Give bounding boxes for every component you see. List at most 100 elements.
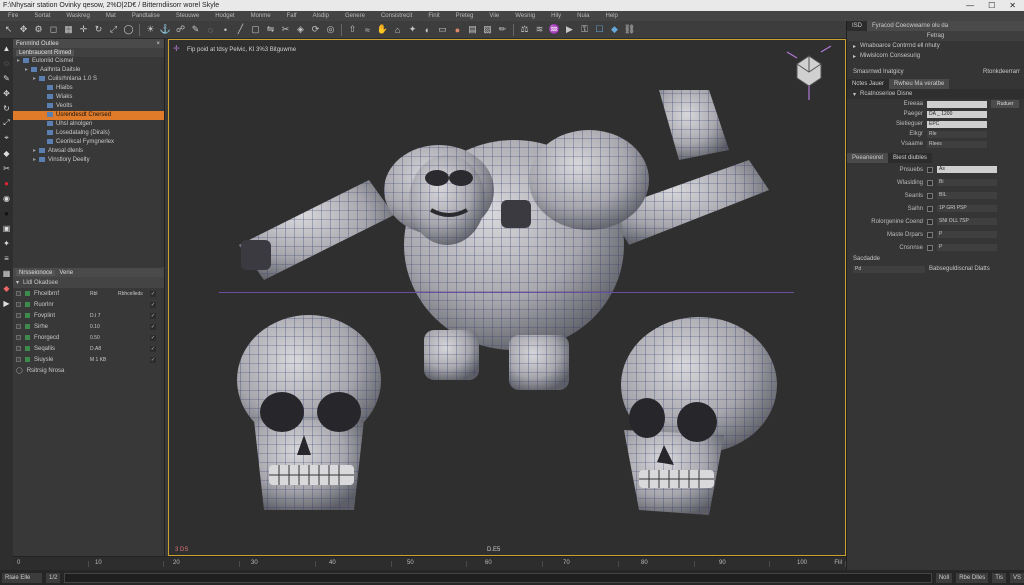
toolbar-box-icon[interactable]: ☐ [593, 23, 606, 36]
toolbar-camera-icon[interactable]: ⌂ [391, 23, 404, 36]
parameter-checkbox[interactable] [927, 192, 933, 199]
parameter-checkbox[interactable] [927, 231, 933, 238]
toolbar-render-icon[interactable]: ◐ [421, 23, 434, 36]
command-button-0[interactable]: 1/2 [46, 572, 61, 583]
menu-item-8[interactable]: Falf [279, 13, 305, 19]
toolbar-brush-icon[interactable]: ✎ [189, 23, 202, 36]
close-icon[interactable]: × [156, 41, 164, 47]
toolbar-knife-icon[interactable]: ✂ [279, 23, 292, 36]
tab-attributes[interactable]: Nrsseionoce [16, 269, 56, 276]
field-value[interactable]: Rlees [927, 140, 987, 148]
toolbar-loop-icon[interactable]: ⟳ [309, 23, 322, 36]
toolbar-gizmo-icon[interactable]: ✛ [77, 23, 90, 36]
menu-item-14[interactable]: Viie [481, 13, 507, 19]
select-tool-icon[interactable]: ▲ [2, 43, 12, 53]
parameter-value[interactable]: 1P GRI PSP [937, 205, 997, 212]
menu-item-10[interactable]: Genere [337, 13, 373, 19]
attribute-row[interactable]: Seqallis D.A8 ✓ [13, 343, 164, 354]
toolbar-mirror-icon[interactable]: ⇋ [264, 23, 277, 36]
field-value[interactable] [927, 100, 987, 108]
field-button[interactable]: Ruduer [991, 100, 1020, 108]
skull-model-left[interactable] [237, 315, 381, 510]
sphere-tool-icon[interactable]: ◉ [2, 193, 12, 203]
cut-tool-icon[interactable]: ✂ [2, 163, 12, 173]
field-value[interactable]: Rle [927, 130, 987, 138]
attribute-value[interactable]: D.A8 [90, 346, 114, 352]
outliner-item[interactable]: ▸ Eulonlid Cismel [13, 57, 164, 66]
tab-parameters[interactable]: Peeaneoret [847, 153, 889, 163]
attribute-row[interactable]: Siuysle M 1 KB ✓ [13, 354, 164, 365]
toolbar-cloth-icon[interactable]: ≋ [533, 23, 546, 36]
anim-tool-icon[interactable]: ▶ [2, 298, 12, 308]
toolbar-texture-icon[interactable]: ▤ [466, 23, 479, 36]
grid-tool-icon[interactable]: ▦ [2, 268, 12, 278]
toolbar-play-icon[interactable]: ▶ [563, 23, 576, 36]
parameter-checkbox[interactable] [927, 244, 933, 251]
toolbar-smooth-icon[interactable]: ≈ [361, 23, 374, 36]
menu-item-2[interactable]: Waskreg [58, 13, 97, 19]
3d-viewport[interactable]: ✛ Fip poid at tdsy Pelvic, KI 3%3 Bitguw… [168, 39, 846, 556]
outliner-item[interactable]: Wiaks [13, 93, 164, 102]
attribute-checkbox[interactable]: ✓ [150, 301, 156, 308]
tab-best-doubles[interactable]: Biest diubles [888, 153, 933, 163]
mesh-tool-icon[interactable]: ◆ [2, 148, 12, 158]
menu-item-3[interactable]: Mat [98, 13, 124, 19]
rotate-tool-icon[interactable]: ↻ [2, 103, 12, 113]
attribute-value[interactable]: 0.10 [90, 324, 114, 330]
toolbar-uv-icon[interactable]: ▧ [481, 23, 494, 36]
menu-item-4[interactable]: Pandtalise [124, 13, 168, 19]
outliner-item[interactable]: Uhsl alnolgen [13, 120, 164, 129]
toolbar-lamp-icon[interactable]: ☀ [144, 23, 157, 36]
toolbar-material-icon[interactable]: ● [451, 23, 464, 36]
tab-view[interactable]: Verie [59, 270, 73, 276]
menu-item-11[interactable]: Consistrecit [373, 13, 420, 19]
outliner-item[interactable]: Losedatalng (Dirals) [13, 129, 164, 138]
attribute-checkbox[interactable]: ✓ [150, 356, 156, 363]
field-value[interactable]: DA _ 1200 [927, 110, 987, 118]
move-tool-icon[interactable]: ✥ [2, 88, 12, 98]
maximize-button[interactable]: ☐ [988, 1, 995, 10]
attribute-section-header[interactable]: ▾ Lldl Okadsee [13, 277, 164, 288]
parameter-checkbox[interactable] [927, 179, 933, 186]
toolbar-bevel-icon[interactable]: ◈ [294, 23, 307, 36]
outliner-tab[interactable]: Lenbraucent Rimed [16, 49, 75, 56]
row-toggle[interactable] [16, 302, 21, 307]
toolbar-face-icon[interactable]: ▢ [249, 23, 262, 36]
scale-tool-icon[interactable]: ⤢ [2, 118, 12, 128]
camera-tool-icon[interactable]: ▣ [2, 223, 12, 233]
toolbar-frame-icon[interactable]: ▭ [436, 23, 449, 36]
bottom-field[interactable]: Pd [853, 265, 925, 273]
row-toggle[interactable] [16, 291, 21, 296]
menu-item-9[interactable]: Alsdip [305, 13, 337, 19]
toolbar-tint-icon[interactable]: ◆ [608, 23, 621, 36]
toolbar-cube-icon[interactable]: ◻ [47, 23, 60, 36]
toolbar-bone-icon[interactable]: ☍ [174, 23, 187, 36]
toolbar-light-icon[interactable]: ✦ [406, 23, 419, 36]
parameter-value[interactable]: SNI OLL 7SP [937, 218, 997, 225]
row-toggle[interactable] [16, 346, 21, 351]
toolbar-paint-icon[interactable]: ✏ [496, 23, 509, 36]
toolbar-vertex-icon[interactable]: • [219, 23, 232, 36]
close-button[interactable]: ✕ [1009, 1, 1016, 10]
menu-item-18[interactable]: Help [598, 13, 626, 19]
toolbar-link-icon[interactable]: ⛓ [623, 23, 636, 36]
key-tool-icon[interactable]: ◆ [2, 283, 12, 293]
lasso-tool-icon[interactable]: ◌ [2, 58, 12, 68]
attribute-checkbox[interactable]: ✓ [150, 312, 156, 319]
tab-notes[interactable]: Nctes Jauer [847, 79, 890, 89]
outliner-item[interactable]: Usrendesdt Cnersed [13, 111, 164, 120]
color-tool-icon[interactable]: ● [2, 178, 12, 188]
tab-render[interactable]: Rwheu Ma veratbe [889, 79, 950, 89]
parameter-checkbox[interactable] [927, 166, 933, 173]
toolbar-sculpt-icon[interactable]: ✋ [376, 23, 389, 36]
outliner-item[interactable]: ▸ Atwsal dlenls [13, 147, 164, 156]
menu-item-5[interactable]: Steuuwe [168, 13, 207, 19]
menu-item-13[interactable]: Preteg [448, 13, 482, 19]
row-toggle[interactable] [16, 335, 21, 340]
parameter-value[interactable]: Bi [937, 179, 997, 186]
properties-tab[interactable]: ISD [847, 21, 868, 31]
parameter-value[interactable]: P [937, 244, 997, 251]
parameter-checkbox[interactable] [927, 218, 933, 225]
skull-model-right[interactable] [621, 317, 777, 515]
attribute-footer[interactable]: ◯ Rsitrsig Nrosa [13, 365, 164, 376]
